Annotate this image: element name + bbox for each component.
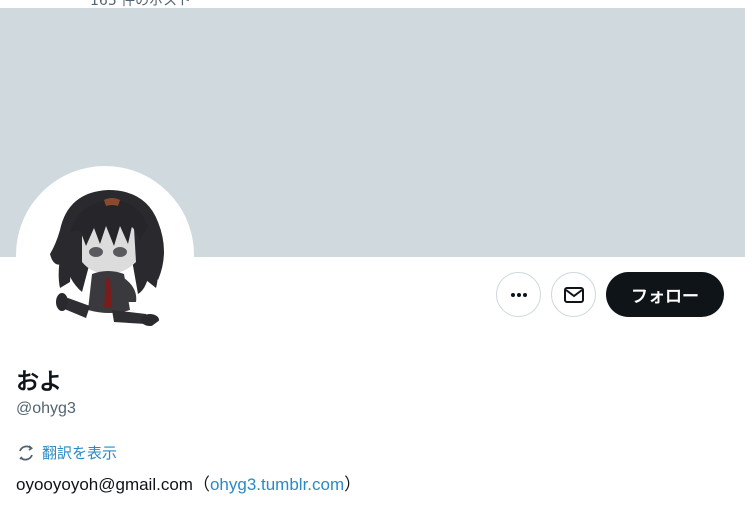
bio-website-link[interactable]: ohyg3.tumblr.com	[210, 475, 344, 494]
translate-label[interactable]: 翻訳を表示	[42, 442, 117, 463]
bio-email: oyooyoyoh@gmail.com	[16, 475, 193, 494]
post-count-text: 165 件のポスト	[90, 0, 192, 8]
more-horizontal-icon	[510, 292, 527, 297]
envelope-icon	[563, 286, 584, 303]
more-button[interactable]	[496, 272, 541, 317]
profile-avatar[interactable]	[20, 170, 190, 340]
user-handle: @ohyg3	[16, 400, 76, 417]
scrollbar-gutter	[745, 0, 756, 510]
display-name: およ	[16, 369, 62, 395]
avatar-illustration	[50, 190, 164, 326]
bio-paren-close: ）	[344, 475, 362, 494]
message-button[interactable]	[551, 272, 596, 317]
profile-bio: oyooyoyoh@gmail.com（ohyg3.tumblr.com）	[16, 470, 361, 495]
translate-bio-link[interactable]: 翻訳を表示	[16, 442, 117, 463]
translate-icon	[19, 444, 33, 460]
follow-button[interactable]: フォロー	[606, 272, 724, 317]
header-strip: 165 件のポスト	[0, 0, 756, 8]
bio-paren-open: （	[192, 475, 210, 494]
